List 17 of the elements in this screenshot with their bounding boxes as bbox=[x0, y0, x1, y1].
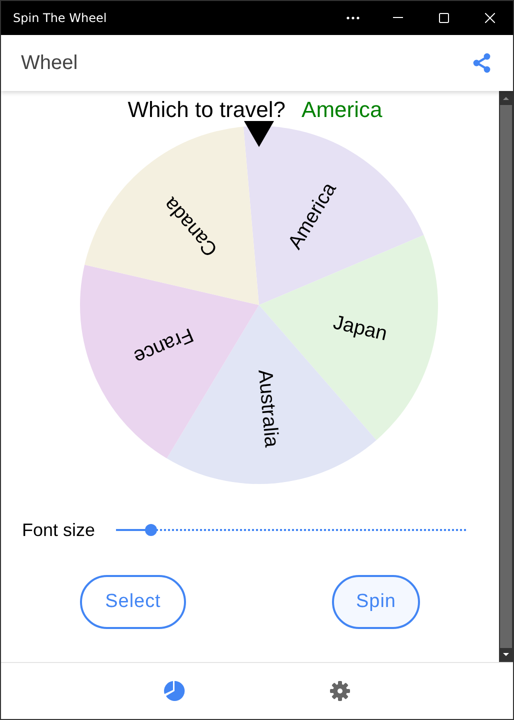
spin-button[interactable]: Spin bbox=[332, 575, 420, 629]
share-icon[interactable] bbox=[471, 52, 493, 74]
window-title: Spin The Wheel bbox=[13, 10, 108, 27]
settings-icon[interactable] bbox=[329, 680, 351, 702]
segment-label: Australia bbox=[254, 368, 282, 448]
segment-label: Japan bbox=[331, 312, 390, 346]
result-text: America bbox=[302, 96, 382, 124]
select-button[interactable]: Select bbox=[80, 575, 186, 629]
pie-chart-icon[interactable] bbox=[163, 680, 185, 702]
font-size-slider[interactable] bbox=[116, 523, 466, 537]
scrollbar[interactable] bbox=[499, 91, 513, 662]
app-title: Wheel bbox=[21, 51, 79, 76]
font-size-label: Font size bbox=[22, 518, 96, 542]
segment-label: France bbox=[130, 323, 196, 368]
slider-thumb[interactable] bbox=[145, 524, 157, 536]
pointer-icon bbox=[244, 121, 274, 147]
question-label: Which to travel? bbox=[128, 96, 286, 124]
